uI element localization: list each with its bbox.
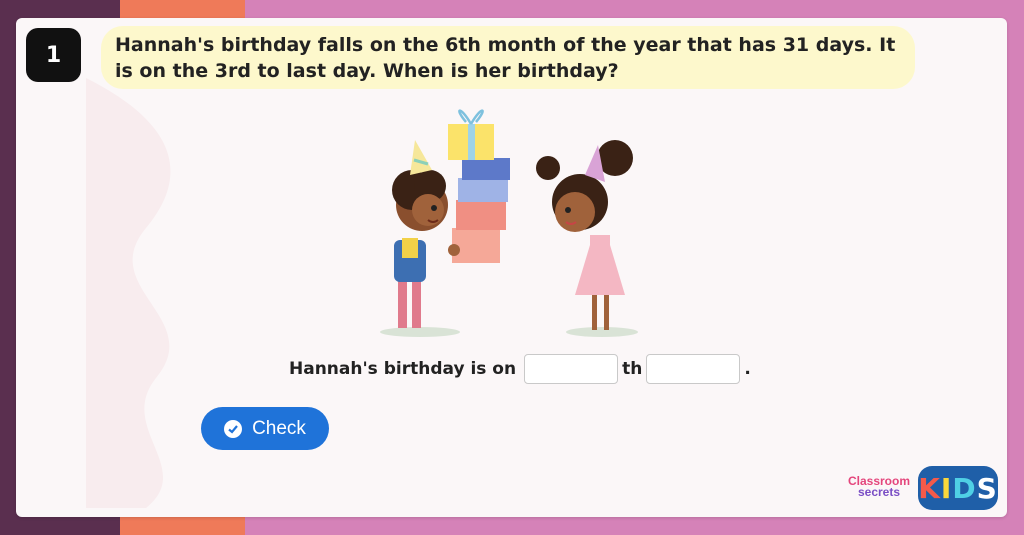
- kids-letter-d: D: [952, 471, 977, 505]
- check-button[interactable]: Check: [201, 407, 329, 450]
- sentence-end-period: .: [744, 359, 751, 379]
- check-button-label: Check: [252, 417, 306, 439]
- check-circle-icon: [224, 419, 243, 438]
- question-text: Hannah's birthday falls on the 6th month…: [101, 26, 915, 89]
- birthday-children-illustration: [380, 109, 638, 337]
- classroom-secrets-logo: Classroom secrets: [843, 475, 915, 504]
- day-input[interactable]: [524, 354, 619, 384]
- kids-letter-s: S: [976, 471, 998, 505]
- answer-sentence: Hannah's birthday is on th .: [289, 353, 751, 385]
- th-suffix-label: th: [622, 359, 643, 379]
- kids-logo: K I D S: [918, 466, 998, 510]
- kids-letter-k: K: [918, 471, 941, 505]
- answer-prefix-label: Hannah's birthday is on: [289, 359, 517, 379]
- month-input[interactable]: [646, 354, 741, 384]
- question-number-badge: 1: [26, 28, 81, 82]
- kids-letter-i: I: [940, 471, 953, 505]
- logo-line-2: secrets: [857, 485, 901, 499]
